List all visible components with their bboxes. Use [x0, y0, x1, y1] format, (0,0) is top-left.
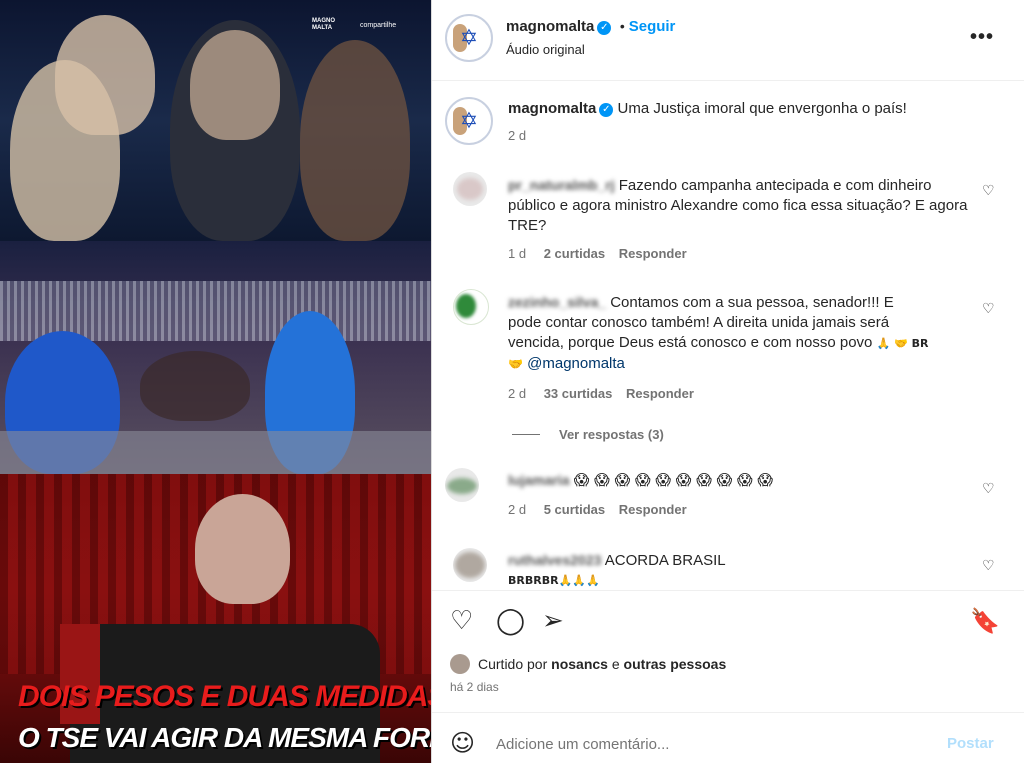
comment-avatar[interactable] — [453, 172, 487, 206]
comment-username[interactable]: pr_naturalmb_rj — [508, 177, 615, 193]
comment-input[interactable] — [494, 730, 938, 758]
liker-username[interactable]: nosancs — [551, 656, 608, 672]
likes-summary: Curtido por nosancs e outras pessoas — [478, 656, 726, 672]
comment-3-meta: 2 d 5 curtidas Responder — [508, 502, 687, 517]
more-options-icon[interactable]: ••• — [970, 26, 994, 49]
comment-time: 2 d — [508, 502, 527, 517]
comment-likes[interactable]: 5 curtidas — [544, 502, 605, 517]
separator-dot: • — [619, 18, 625, 34]
comment-1-meta: 1 d 2 curtidas Responder — [508, 246, 687, 261]
media-panel-bottom: DOIS PESOS E DUAS MEDIDAS! O TSE VAI AGI… — [0, 474, 431, 763]
heart-icon[interactable]: ♡ — [982, 182, 995, 199]
divider — [432, 712, 1024, 713]
heart-icon[interactable]: ♡ — [982, 300, 995, 317]
star-of-david-icon: ✡ — [459, 108, 479, 133]
comment-4: ruthalves2023 ACORDA BRASIL — [508, 550, 988, 571]
likes-conj: e — [611, 656, 620, 672]
share-icon[interactable]: ➢ — [542, 608, 564, 634]
post-time: há 2 dias — [450, 680, 499, 694]
star-of-david-icon: ✡ — [459, 25, 479, 50]
caption-time: 2 d — [508, 128, 527, 143]
comment-avatar[interactable] — [453, 548, 487, 582]
media-panel-top: MAGNO MALTA compartilhe — [0, 0, 431, 241]
comment-time: 2 d — [508, 386, 527, 401]
post-comment-button[interactable]: Postar — [947, 735, 994, 752]
comment-text: ACORDA BRASIL — [604, 552, 726, 569]
headline-line-2: O TSE VAI AGIR DA MESMA FORMA? — [18, 722, 431, 753]
reply-button[interactable]: Responder — [619, 246, 687, 261]
comment-text-line-2: pode contar conosco também! A direita un… — [508, 314, 890, 331]
action-bar: ♡ ◯ ➢ 🔖 — [432, 596, 1024, 644]
follow-button[interactable]: Seguir — [629, 18, 676, 35]
comment-2-meta: 2 d 33 curtidas Responder — [508, 386, 694, 401]
comment-avatar[interactable] — [445, 468, 479, 502]
likes-prefix: Curtido por — [478, 656, 548, 672]
post-media[interactable]: MAGNO MALTA compartilhe DOIS PESOS E DUA… — [0, 0, 431, 763]
comment-avatar[interactable] — [453, 289, 489, 325]
view-replies-button[interactable]: Ver respostas (3) — [559, 427, 664, 442]
heart-icon[interactable]: ♡ — [982, 480, 995, 497]
verified-badge-icon: ✓ — [599, 103, 614, 117]
comment-likes[interactable]: 33 curtidas — [544, 386, 613, 401]
comment-time: 1 d — [508, 246, 527, 261]
comment-text-line-1: Contamos com a sua pessoa, senador!!! E — [610, 294, 894, 311]
caption: magnomalta ✓ Uma Justiça imoral que enver… — [508, 99, 1008, 119]
comment-icon[interactable]: ◯ — [496, 608, 525, 634]
liker-avatar[interactable] — [450, 654, 470, 674]
verified-badge-icon: ✓ — [597, 21, 612, 35]
others-link[interactable]: outras pessoas — [624, 656, 727, 672]
share-badge: compartilhe — [360, 22, 397, 29]
comment-username[interactable]: zezinho_silva_ — [508, 294, 606, 310]
comment-username[interactable]: ruthalves2023 — [508, 552, 601, 568]
reply-button[interactable]: Responder — [626, 386, 694, 401]
heart-icon[interactable]: ♡ — [982, 557, 995, 574]
reply-button[interactable]: Responder — [619, 502, 687, 517]
brand-logo: MAGNO MALTA — [312, 18, 335, 31]
caption-text: Uma Justiça imoral que envergonha o país… — [617, 100, 907, 117]
mention-link[interactable]: @magnomalta — [527, 355, 625, 372]
headline-line-1: DOIS PESOS E DUAS MEDIDAS! — [18, 680, 431, 713]
comment-1: pr_naturalmb_rj Fazendo campanha antecip… — [508, 175, 978, 236]
replies-divider — [512, 434, 540, 435]
media-panel-middle — [0, 241, 431, 474]
header-username[interactable]: magnomalta — [506, 18, 594, 35]
handshake-icon: 🤝 — [508, 357, 523, 371]
comment-2: zezinho_silva_ Contamos com a sua pessoa… — [508, 292, 998, 374]
comment-4-line-2: BRBRBR🙏🙏🙏 — [508, 574, 600, 587]
caption-avatar[interactable]: ✡ — [445, 97, 493, 145]
comment-3: lujamaria 😱 😱 😱 😱 😱 😱 😱 😱 😱 😱 — [508, 470, 988, 491]
emoji-icon[interactable]: ☺ — [450, 730, 475, 756]
audio-label[interactable]: Áudio original — [506, 42, 585, 57]
comment-text: 😱 😱 😱 😱 😱 😱 😱 😱 😱 😱 — [573, 471, 773, 489]
post-header: ✡ magnomalta ✓ • Seguir Áudio original ••• — [432, 0, 1024, 81]
post-panel: ✡ magnomalta ✓ • Seguir Áudio original •••… — [432, 0, 1024, 763]
heart-icon[interactable]: ♡ — [450, 608, 473, 634]
avatar[interactable]: ✡ — [445, 14, 493, 62]
caption-username[interactable]: magnomalta — [508, 100, 596, 117]
comment-username[interactable]: lujamaria — [508, 472, 569, 488]
divider — [432, 590, 1024, 591]
bookmark-icon[interactable]: 🔖 — [970, 608, 1000, 634]
comment-likes[interactable]: 2 curtidas — [544, 246, 605, 261]
comment-text-suffix: 🙏 🤝 BR — [876, 337, 929, 350]
comment-text-line-3: vencida, porque Deus está conosco e com … — [508, 334, 873, 351]
